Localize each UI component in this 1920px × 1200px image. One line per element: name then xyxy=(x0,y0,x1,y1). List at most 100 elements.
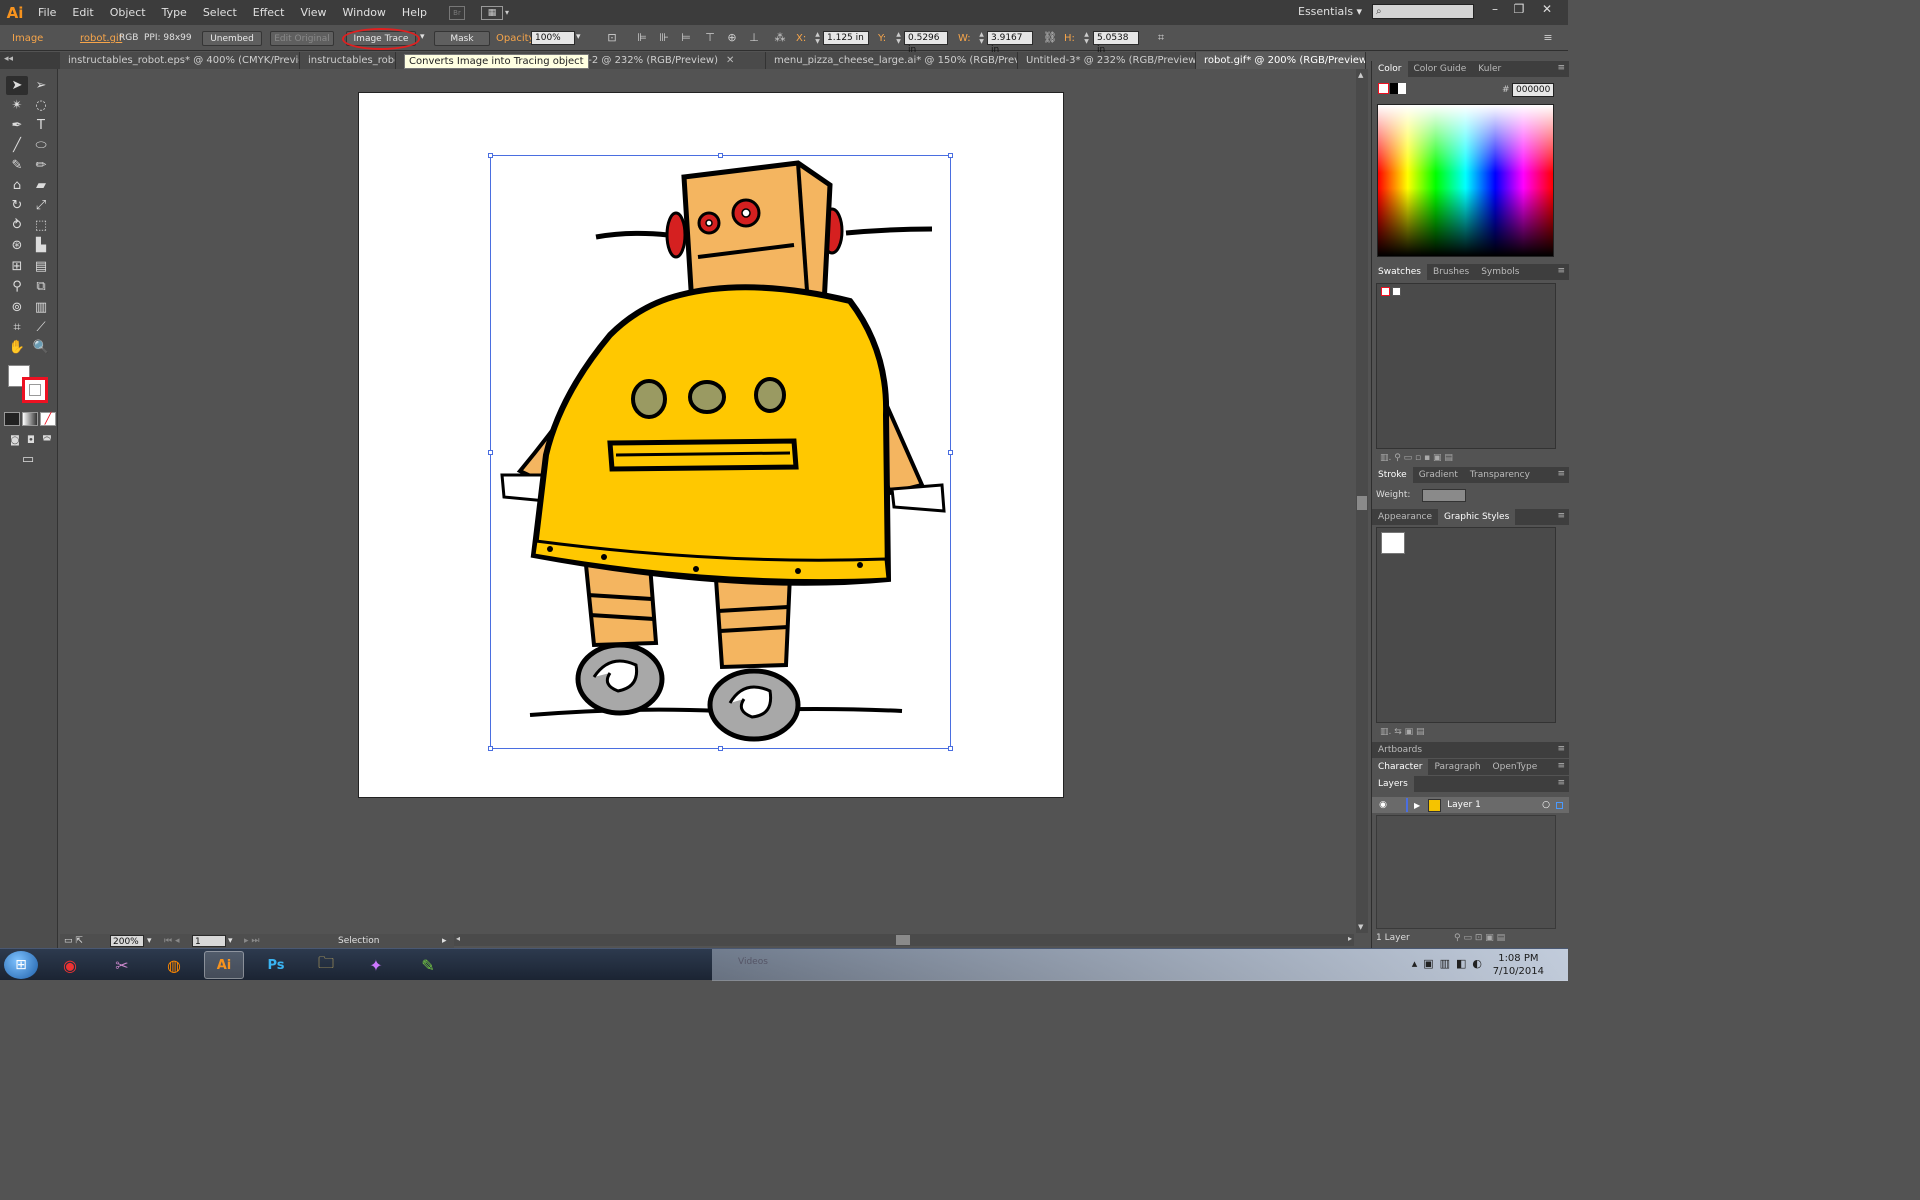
type-tool-icon[interactable]: T xyxy=(30,116,52,135)
start-button-icon[interactable]: ⊞ xyxy=(4,951,38,979)
slice-tool-icon[interactable]: ⟋ xyxy=(30,318,52,337)
scroll-left-icon[interactable]: ◂ xyxy=(456,934,460,943)
tab-layers[interactable]: Layers xyxy=(1372,776,1414,792)
none-swatch[interactable] xyxy=(1381,287,1390,296)
shape-builder-tool-icon[interactable]: ⊛ xyxy=(6,236,28,255)
scale-tool-icon[interactable]: ⤢ xyxy=(30,196,52,215)
gradient-tool-icon[interactable]: ▤ xyxy=(30,257,52,276)
align-bottom-icon[interactable]: ⊥ xyxy=(746,31,762,45)
tab-gradient[interactable]: Gradient xyxy=(1413,467,1464,483)
tab-stroke[interactable]: Stroke xyxy=(1372,467,1413,483)
registration-swatch[interactable] xyxy=(1392,287,1401,296)
none-mode-icon[interactable]: ╱ xyxy=(40,412,56,426)
swatches-list[interactable] xyxy=(1376,283,1556,449)
vertical-scrollbar[interactable]: ▲ ▼ xyxy=(1356,69,1368,933)
fill-stroke-swatches[interactable] xyxy=(8,365,50,407)
direct-selection-tool-icon[interactable]: ➢ xyxy=(30,76,52,95)
w-stepper[interactable]: ▲ ▼ xyxy=(977,31,986,45)
graph-tool-icon[interactable]: ▥ xyxy=(30,298,52,317)
menu-view[interactable]: View xyxy=(292,0,334,25)
screen-mode-icon[interactable]: ▭ xyxy=(17,450,39,469)
ellipse-tool-icon[interactable]: ⬭ xyxy=(30,136,52,155)
graphic-styles-footer-icons[interactable]: ▥. ⇆ ▣ ▤ xyxy=(1380,727,1425,737)
tab-instructables-robot-eps[interactable]: instructables_robot.eps* @ 400% (CMYK/Pr… xyxy=(60,52,300,69)
help-search-input[interactable]: ⌕ xyxy=(1372,4,1474,19)
tab-opentype[interactable]: OpenType xyxy=(1487,759,1544,775)
artboard-number-field[interactable]: 1 xyxy=(192,935,226,947)
pencil-tool-icon[interactable]: ✏ xyxy=(30,156,52,175)
swatches-footer-icons[interactable]: ▥. ⚲ ▭ ▫ ▪ ▣ ▤ xyxy=(1380,453,1453,463)
tab-untitled-3[interactable]: Untitled-3* @ 232% (RGB/Preview)✕ xyxy=(1018,52,1196,69)
perspective-grid-tool-icon[interactable]: ▙ xyxy=(30,236,52,255)
tab-graphic-styles[interactable]: Graphic Styles xyxy=(1438,509,1516,525)
graphic-styles-list[interactable] xyxy=(1376,527,1556,723)
panel-menu-icon[interactable]: ≡ xyxy=(1557,744,1565,754)
align-center-icon[interactable]: ⊪ xyxy=(656,31,672,45)
artboard-tool-icon[interactable]: ⌗ xyxy=(6,318,28,337)
symbol-sprayer-tool-icon[interactable]: ⊚ xyxy=(6,298,28,317)
scroll-right-icon[interactable]: ▸ xyxy=(1348,934,1352,943)
linked-file-link[interactable]: robot.gif xyxy=(80,33,122,44)
panel-menu-icon[interactable]: ≡ xyxy=(1557,469,1565,479)
menu-help[interactable]: Help xyxy=(394,0,435,25)
horizontal-scrollbar[interactable]: ◂ ▸ xyxy=(454,934,1354,946)
eraser-tool-icon[interactable]: ▰ xyxy=(30,176,52,195)
tab-artboards[interactable]: Artboards xyxy=(1372,742,1428,758)
tab-symbols[interactable]: Symbols xyxy=(1475,264,1525,280)
selection-indicator-icon[interactable] xyxy=(1556,801,1563,809)
stroke-weight-field[interactable] xyxy=(1422,489,1466,502)
mesh-tool-icon[interactable]: ⊞ xyxy=(6,257,28,276)
zoom-tool-icon[interactable]: 🔍 xyxy=(30,338,52,357)
artboard-nav-next-icon[interactable]: ▸ ⏭ xyxy=(244,935,259,947)
stroke-swatch[interactable] xyxy=(22,377,48,403)
color-spectrum[interactable] xyxy=(1377,104,1554,257)
tab-brushes[interactable]: Brushes xyxy=(1427,264,1475,280)
robot-image[interactable] xyxy=(490,155,951,749)
green-app-icon[interactable]: ✎ xyxy=(408,951,448,979)
unembed-button[interactable]: Unembed xyxy=(202,31,262,46)
clock[interactable]: 1:08 PM 7/10/2014 xyxy=(1493,952,1544,978)
magic-wand-tool-icon[interactable]: ✴ xyxy=(6,96,28,115)
image-trace-button[interactable]: Image Trace xyxy=(346,31,416,46)
blend-tool-icon[interactable]: ⧉ xyxy=(30,277,52,296)
restore-icon[interactable]: ❐ xyxy=(1508,2,1530,16)
menu-effect[interactable]: Effect xyxy=(245,0,293,25)
menu-edit[interactable]: Edit xyxy=(64,0,101,25)
h-stepper[interactable]: ▲ ▼ xyxy=(1082,31,1091,45)
panel-menu-icon[interactable]: ≡ xyxy=(1557,266,1565,276)
tools-collapse-bar[interactable]: ◂◂ xyxy=(0,52,60,69)
hand-tool-icon[interactable]: ✋ xyxy=(6,338,28,357)
artboard-nav-prev-icon[interactable]: ⏮ ◂ xyxy=(164,935,179,947)
h-field[interactable]: 5.0538 in xyxy=(1093,31,1139,55)
blob-brush-tool-icon[interactable]: ⌂ xyxy=(6,176,28,195)
align-middle-icon[interactable]: ⊕ xyxy=(724,31,740,45)
color-mode-icon[interactable] xyxy=(4,412,20,426)
tab-menu-pizza-cheese[interactable]: menu_pizza_cheese_large.ai* @ 150% (RGB/… xyxy=(766,52,1018,69)
close-icon[interactable]: ✕ xyxy=(1536,2,1558,16)
pen-tool-icon[interactable]: ✒ xyxy=(6,116,28,135)
panel-menu-icon[interactable]: ≡ xyxy=(1557,511,1565,521)
system-tray-icons[interactable]: ▴▣▥◧◐ xyxy=(1412,957,1488,970)
layer-name[interactable]: Layer 1 xyxy=(1447,800,1481,810)
line-tool-icon[interactable]: ╱ xyxy=(6,136,28,155)
firefox-icon[interactable]: ◍ xyxy=(154,951,194,979)
scroll-down-icon[interactable]: ▼ xyxy=(1358,923,1363,931)
tab-robot-gif[interactable]: robot.gif* @ 200% (RGB/Preview)✕ xyxy=(1196,52,1366,69)
tab-kuler[interactable]: Kuler xyxy=(1472,61,1507,77)
panel-menu-icon[interactable]: ≡ xyxy=(1557,63,1565,73)
y-field[interactable]: 0.5296 in xyxy=(904,31,948,55)
warp-tool-icon[interactable]: ⥁ xyxy=(6,216,28,235)
tab-color[interactable]: Color xyxy=(1372,61,1408,77)
zoom-field[interactable]: 200% xyxy=(110,935,144,947)
tab-swatches[interactable]: Swatches xyxy=(1372,264,1427,280)
opacity-field[interactable]: 100% xyxy=(531,31,575,45)
menu-file[interactable]: File xyxy=(30,0,64,25)
minimize-icon[interactable]: – xyxy=(1484,2,1506,16)
arrange-documents-icon[interactable]: ▦ xyxy=(481,5,503,20)
artboard[interactable] xyxy=(358,92,1064,798)
constrain-proportions-icon[interactable]: ⛓ xyxy=(1042,31,1058,45)
workspace-switcher[interactable]: Essentials ▾ xyxy=(1298,5,1362,18)
panel-menu-icon[interactable]: ≡ xyxy=(1557,778,1565,788)
reference-point-icon[interactable]: ⁂ xyxy=(772,31,788,45)
status-icons[interactable]: ▭ ⇱ xyxy=(64,935,83,947)
